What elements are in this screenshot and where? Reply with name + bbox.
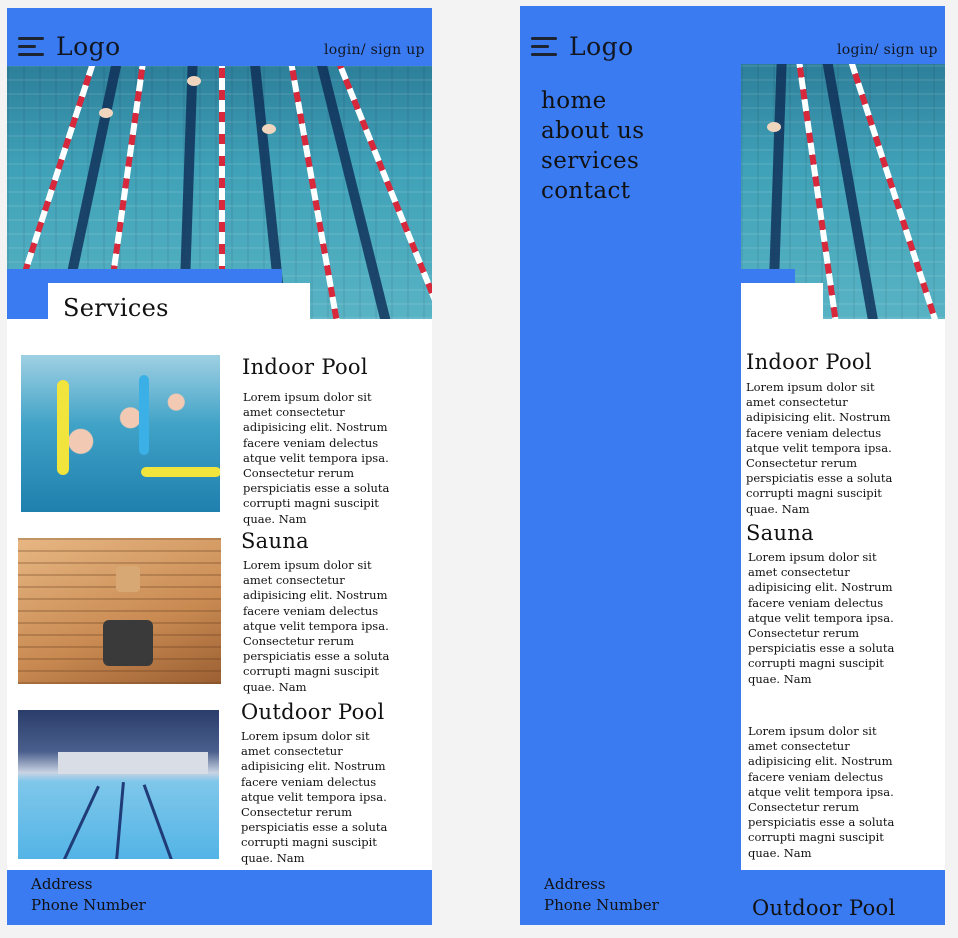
service-text-sauna: Lorem ipsum dolor sit amet consectetur a… (243, 558, 390, 694)
services-heading: Services (63, 294, 169, 322)
service-text-outdoor-pool: Lorem ipsum dolor sit amet consectetur a… (241, 729, 388, 865)
footer-phone: Phone Number (31, 896, 146, 914)
hamburger-menu-icon[interactable] (18, 37, 44, 57)
outdoor-pool-image (18, 710, 219, 859)
login-signup-link[interactable]: login/ sign up (324, 42, 425, 58)
nav-item-about-us[interactable]: about us (541, 118, 644, 144)
service-text-indoor-pool: Lorem ipsum dolor sit amet consectetur a… (243, 390, 390, 526)
services-box-partial (741, 283, 823, 319)
nav-item-home[interactable]: home (541, 88, 607, 114)
sauna-image (18, 538, 221, 684)
service-title-sauna-bg: Sauna (746, 521, 814, 545)
services-accent-partial (741, 269, 795, 283)
service-text-outdoor-pool-bg: Lorem ipsum dolor sit amet consectetur a… (748, 724, 895, 860)
service-title-sauna: Sauna (241, 529, 309, 553)
service-text-sauna-bg: Lorem ipsum dolor sit amet consectetur a… (748, 550, 895, 686)
service-title-indoor-pool-bg: Indoor Pool (746, 350, 872, 374)
nav-item-services[interactable]: services (541, 148, 639, 174)
nav-item-contact[interactable]: contact (541, 178, 630, 204)
footer-phone-open: Phone Number (544, 896, 659, 914)
footer-address: Address (31, 875, 93, 893)
service-text-indoor-pool-bg: Lorem ipsum dolor sit amet consectetur a… (746, 380, 893, 516)
footer-address-open: Address (544, 875, 606, 893)
service-title-indoor-pool: Indoor Pool (242, 355, 368, 379)
hamburger-menu-icon-open[interactable] (531, 37, 557, 57)
login-signup-link-open[interactable]: login/ sign up (837, 42, 938, 58)
logo-open[interactable]: Logo (569, 32, 634, 61)
service-title-outdoor-pool: Outdoor Pool (241, 700, 385, 724)
indoor-pool-image (21, 355, 220, 512)
service-title-outdoor-pool-bg: Outdoor Pool (752, 896, 896, 920)
logo[interactable]: Logo (56, 32, 121, 61)
